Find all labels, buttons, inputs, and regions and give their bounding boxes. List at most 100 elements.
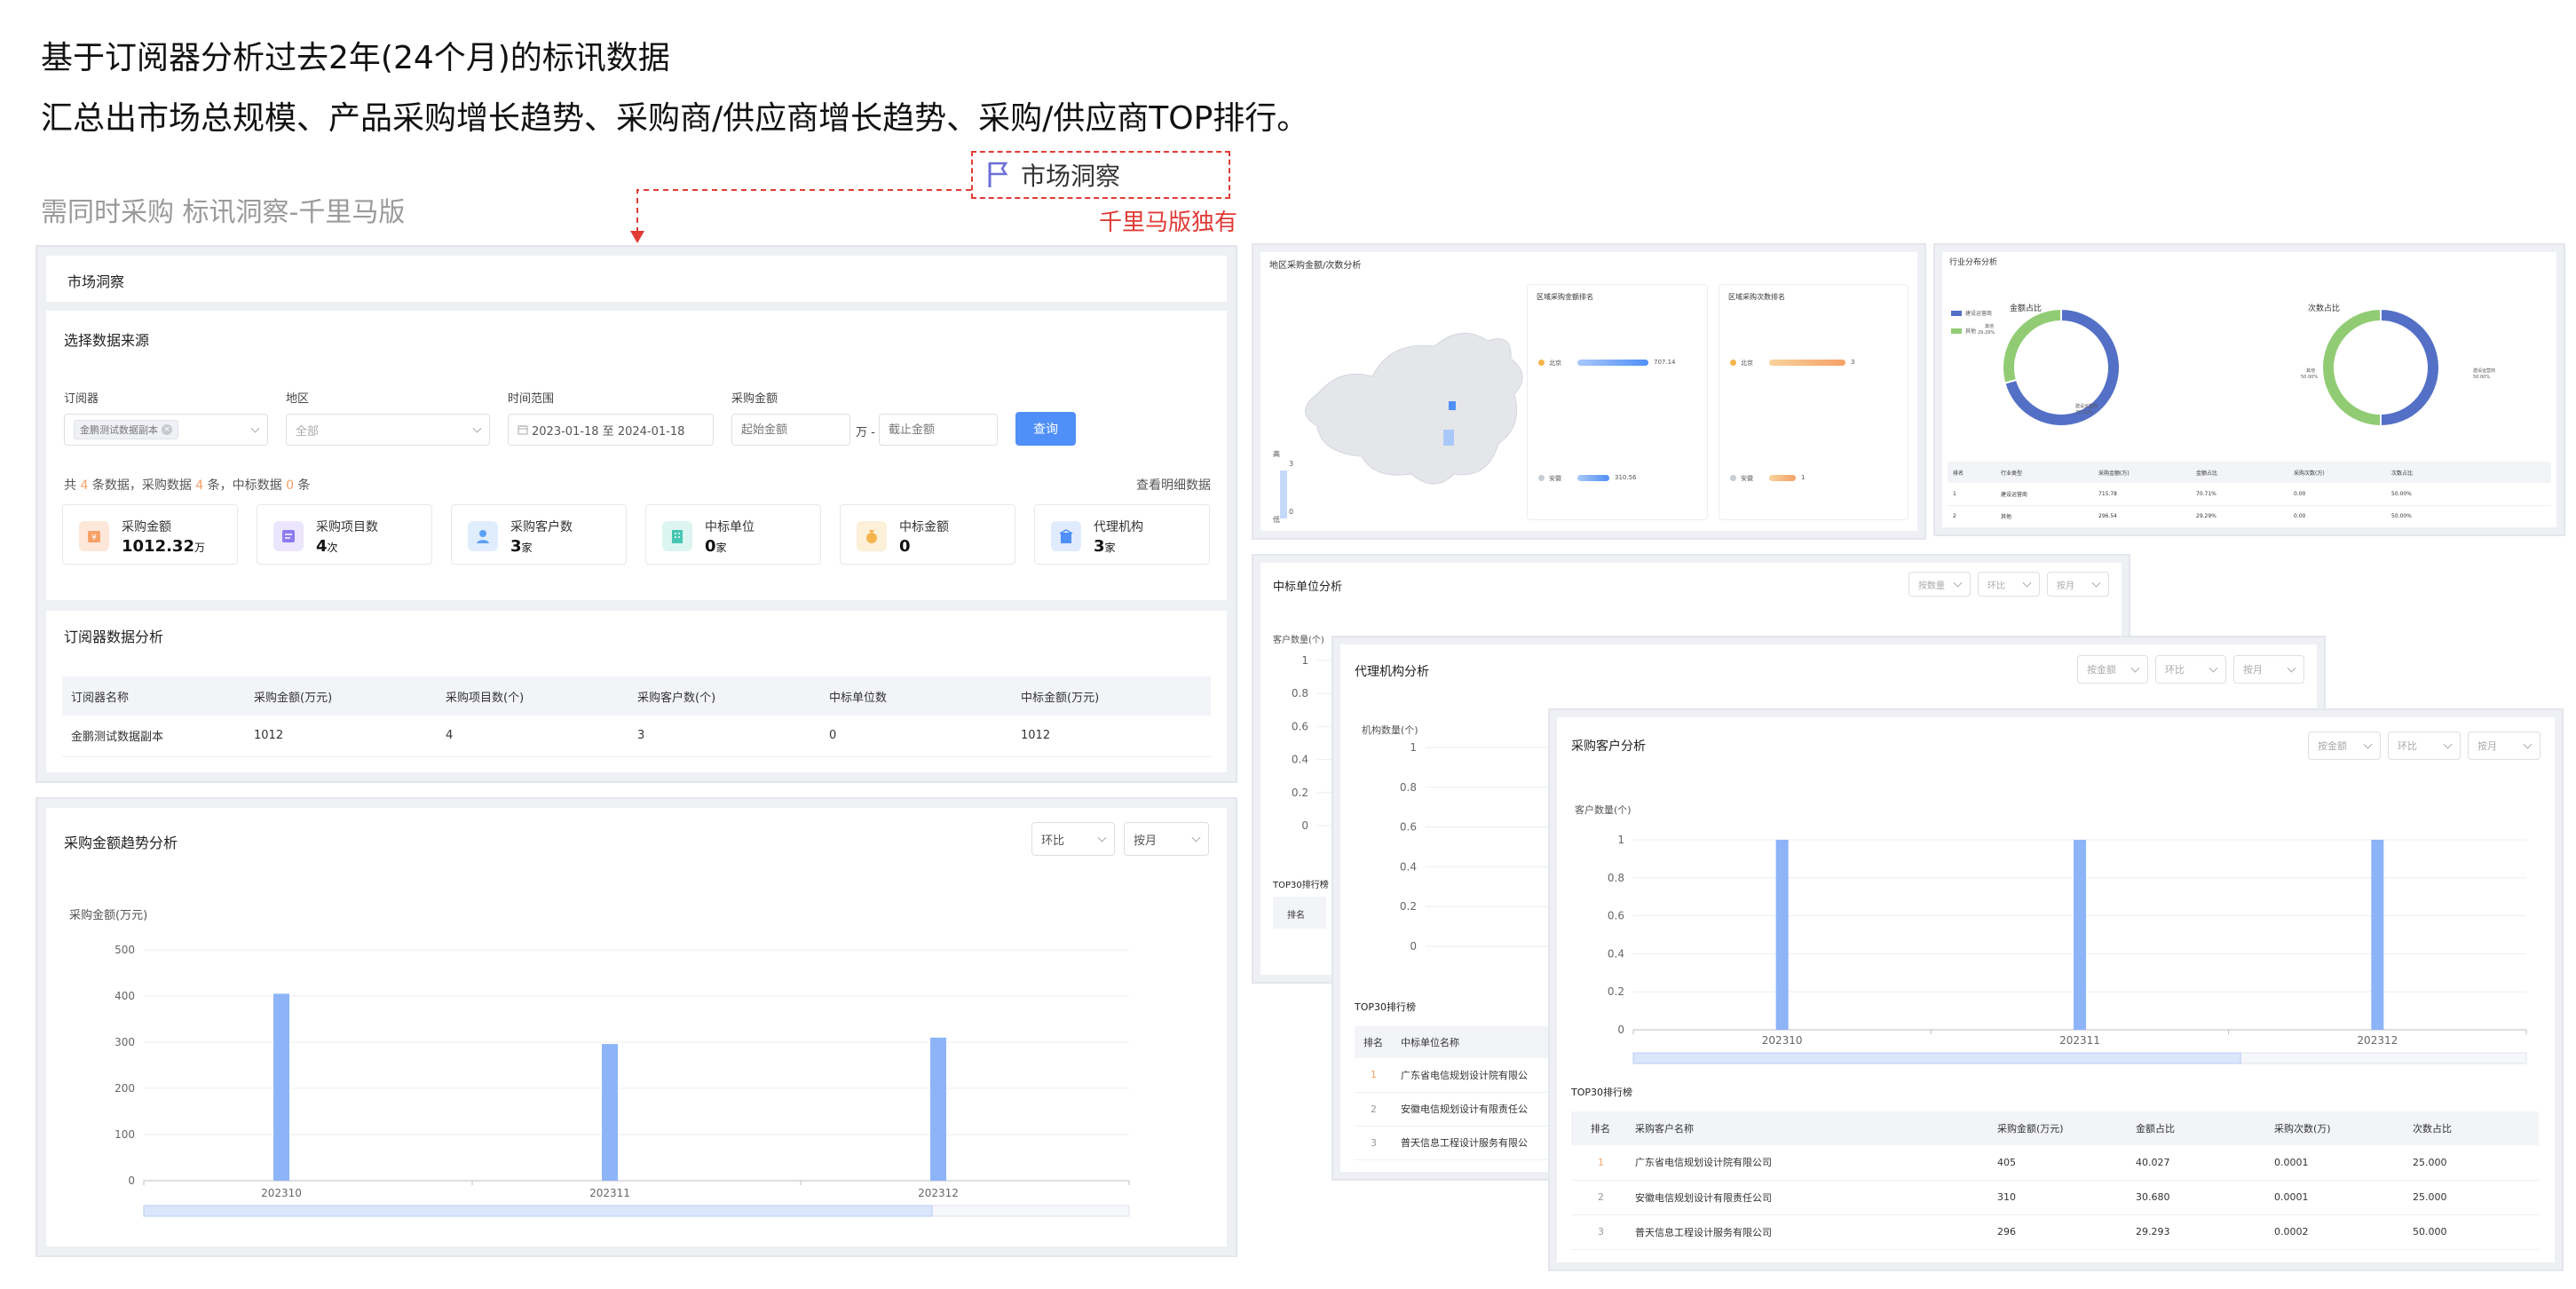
zoom-window (1632, 1052, 2241, 1064)
svg-text:¥: ¥ (91, 534, 97, 542)
y-tick-label: 0.6 (1292, 720, 1308, 732)
view-detail-link[interactable]: 查看明细数据 (1136, 476, 1211, 494)
count-rank-title: 区域采购次数排名 (1728, 293, 1785, 301)
winner-compare-select[interactable]: 环比 (1978, 572, 2040, 597)
y-tick-label: 500 (115, 944, 135, 956)
table-row[interactable]: 1 广东省电信规划设计院有限公 (1355, 1058, 1568, 1093)
table-header-row: 排名 采购客户名称 采购金额(万元) 金额占比 采购次数(万) 次数占比 (1571, 1111, 2539, 1145)
stat-card-customers: 采购客户数 3家 (451, 504, 627, 565)
count-rank-bar (1769, 475, 1796, 481)
y-tick-label: 0.6 (1400, 821, 1417, 834)
x-tick-label: 202310 (1762, 1034, 1803, 1047)
y-tick-label: 0.6 (1608, 910, 1624, 922)
x-tick-label: 202312 (2357, 1034, 2398, 1047)
table-row[interactable]: 3 普天信息工程设计服务有限公 (1355, 1126, 1568, 1160)
amount-unit: 万 - (856, 426, 875, 439)
region-select[interactable]: 全部 (286, 414, 490, 446)
table-header-row: 排名 行业类型 采购金额(万) 金额占比 采购次数(万) 次数占比 (1948, 462, 2551, 483)
y-tick-label: 0 (1301, 819, 1308, 832)
y-tick-label: 0.4 (1608, 947, 1624, 960)
y-tick-label: 0.2 (1400, 900, 1417, 913)
market-insight-callout: 市场洞察 (971, 151, 1230, 199)
table-row[interactable]: 1 广东省电信规划设计院有限公司 405 40.027 0.0001 25.000 (1571, 1145, 2539, 1181)
chevron-down-icon (2091, 578, 2101, 588)
table-row[interactable]: 3 普天信息工程设计服务有限公司 296 29.293 0.0002 50.000 (1571, 1214, 2539, 1250)
building-icon (662, 521, 692, 551)
customer-table: 排名 采购客户名称 采购金额(万元) 金额占比 采购次数(万) 次数占比 1 广东省电信规划… (1571, 1111, 2539, 1250)
agency-chart-axis: 0 0.2 0.4 0.6 0.8 1 (1400, 741, 1553, 953)
time-range-picker[interactable]: 2023-01-18 至 2024-01-18 (508, 414, 714, 446)
agency-table: 排名 中标单位名称 1 广东省电信规划设计院有限公 2 安徽电信规划设计有限责任公 3… (1355, 1026, 1568, 1160)
panel-title: 市场洞察 (67, 273, 125, 290)
y-tick-label: 0.8 (1608, 872, 1624, 884)
table-row[interactable]: 1 建设运营商 715.78 70.71% 0.00 50.00% (1948, 483, 2551, 506)
x-tick-label: 202312 (918, 1187, 959, 1199)
table-row[interactable]: 2 安徽电信规划设计有限责任公 (1355, 1092, 1568, 1127)
y-tick-label: 1 (1410, 741, 1417, 754)
bar-202310 (1775, 840, 1789, 1030)
y-tick-label: 0.2 (1292, 787, 1308, 799)
exclusive-label: 千里马版独有 (1099, 210, 1238, 236)
y-tick-label: 1 (1301, 654, 1308, 667)
y-tick-label: 0.8 (1292, 687, 1308, 700)
map-region-beijing (1449, 401, 1456, 410)
stat-card-win-amount: 中标金额 0 (840, 504, 1015, 565)
stat-card-agencies: 代理机构 3家 (1034, 504, 1210, 565)
money-bag-icon: ¥ (79, 521, 109, 551)
zoom-window (143, 1205, 933, 1217)
customer-card: 采购客户分析 按金额 环比 按月 客户数量(个) 0 0.2 0.4 0.6 0.8 1 2… (1557, 717, 2555, 1262)
user-icon (468, 521, 498, 551)
winner-top-title: TOP30排行榜 (1273, 881, 1329, 890)
count-rank-box: 区域采购次数排名 北京 3 安徽 1 (1719, 284, 1908, 520)
data-source-title: 选择数据来源 (64, 332, 150, 349)
slice-建设运营商 (2380, 307, 2440, 428)
industry-card: 行业分布分析 建设运营商 其他 金额占比 次数占比 建设运营商 70.71% 其… (1942, 252, 2556, 528)
table-row[interactable]: 2 其他 296.54 29.29% 0.00 50.00% (1948, 505, 2551, 528)
coin-bag-icon (857, 521, 887, 551)
amount-rank-box: 区域采购金额排名 北京 707.14 安徽 310.56 (1527, 284, 1708, 520)
amount-rank-bar (1577, 360, 1648, 366)
subscriber-select[interactable]: 金鹏测试数据副本 × (64, 414, 268, 446)
bar-202311 (602, 1044, 618, 1181)
industry-table: 排名 行业类型 采购金额(万) 金额占比 采购次数(万) 次数占比 1 建设运营商 715.7… (1948, 462, 2551, 528)
subscriber-analysis-card: 订阅器数据分析 订阅器名称 采购金额(万元) 采购项目数(个) 采购客户数(个) 中标单… (46, 611, 1227, 772)
winner-title: 中标单位分析 (1273, 581, 1343, 594)
panel-header: 市场洞察 (46, 256, 1227, 302)
agency-top-title: TOP30排行榜 (1355, 1001, 1417, 1013)
query-button[interactable]: 查询 (1015, 412, 1076, 446)
subscriber-tag[interactable]: 金鹏测试数据副本 × (74, 420, 178, 439)
y-tick-label: 0 (128, 1174, 135, 1187)
agency-compare-select[interactable]: 环比 (2155, 655, 2226, 684)
agency-period-select[interactable]: 按月 (2233, 655, 2304, 684)
chevron-down-icon (2130, 663, 2140, 673)
stat-card-amount: ¥ 采购金额 1012.32万 (62, 504, 238, 565)
subscriber-table: 订阅器名称 采购金额(万元) 采购项目数(个) 采购客户数(个) 中标单位数 中标金额(万… (62, 676, 1211, 757)
chevron-down-icon (472, 423, 482, 433)
stat-card-winners: 中标单位 0家 (645, 504, 821, 565)
project-icon (273, 521, 304, 551)
x-tick-label: 202311 (2059, 1034, 2100, 1047)
agency-metric-select[interactable]: 按金额 (2077, 655, 2148, 684)
table-row[interactable]: 金鹏测试数据副本 1012 4 3 0 1012 (62, 716, 1211, 757)
chevron-down-icon (1953, 578, 1963, 588)
map-legend-high: 高 (1273, 450, 1280, 458)
y-tick-label: 200 (115, 1082, 135, 1095)
remove-tag-icon[interactable]: × (162, 424, 172, 435)
subscriber-label: 订阅器 (64, 392, 99, 406)
amount-max-input[interactable] (879, 414, 998, 446)
count-rank-bar (1769, 360, 1845, 366)
y-tick-label: 0 (1410, 940, 1417, 953)
callout-label: 市场洞察 (1021, 162, 1121, 191)
chevron-down-icon (2022, 578, 2032, 588)
agency-title: 代理机构分析 (1355, 665, 1429, 679)
winner-metric-select[interactable]: 按数量 (1908, 572, 1971, 597)
chevron-down-icon (250, 423, 260, 433)
table-header-row: 订阅器名称 采购金额(万元) 采购项目数(个) 采购客户数(个) 中标单位数 中标金额(万… (62, 676, 1211, 716)
y-tick-label: 400 (115, 990, 135, 1002)
winner-period-select[interactable]: 按月 (2047, 572, 2109, 597)
intro-line-2: 汇总出市场总规模、产品采购增长趋势、采购商/供应商增长趋势、采购/供应商TOP排… (41, 100, 1309, 137)
amount-min-input[interactable] (731, 414, 850, 446)
bar-202311 (2074, 840, 2086, 1030)
table-row[interactable]: 2 安徽电信规划设计有限责任公司 310 30.680 0.0001 25.000 (1571, 1180, 2539, 1215)
trend-card: 采购金额趋势分析 环比 按月 采购金额(万元) 0 100 200 300 400 500… (46, 808, 1227, 1246)
